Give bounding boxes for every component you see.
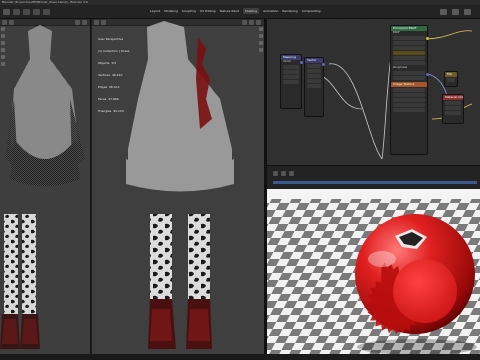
node-field[interactable]: [283, 80, 299, 84]
node-field[interactable]: [393, 51, 425, 55]
node-material-output[interactable]: Material Output: [442, 94, 464, 124]
node-field[interactable]: [393, 88, 425, 92]
node-title: Image Texture: [391, 82, 427, 87]
node-row: Roughness: [393, 66, 408, 69]
node-field[interactable]: [445, 101, 461, 105]
node-field[interactable]: [307, 84, 321, 88]
node-mix[interactable]: Mix: [444, 71, 458, 87]
tab-sculpting[interactable]: Sculpting: [182, 8, 196, 14]
workspace-tabs: Layout Modeling Sculpting UV Editing Texture…: [150, 8, 321, 14]
forward-icon[interactable]: [289, 171, 294, 176]
node-field[interactable]: [283, 70, 299, 74]
red-sphere: [355, 214, 475, 335]
timeline-scrubber[interactable]: [273, 181, 477, 184]
legs-back: [148, 214, 212, 349]
dress-back: [126, 21, 234, 192]
node-field[interactable]: [307, 69, 321, 73]
top-menubar: Layout Modeling Sculpting UV Editing Texture…: [0, 5, 480, 19]
node-field[interactable]: [283, 75, 299, 79]
node-field[interactable]: [393, 56, 425, 60]
node-vector[interactable]: Vector: [304, 57, 324, 117]
scene-selector[interactable]: [440, 9, 447, 15]
legs-front: [0, 214, 40, 349]
viewport-front[interactable]: [0, 19, 91, 354]
front-mesh: [0, 25, 85, 349]
node-field[interactable]: [393, 76, 425, 80]
tab-layout[interactable]: Layout: [150, 8, 160, 14]
node-title: Vector: [305, 58, 323, 63]
node-mapping[interactable]: Mapping Vector: [280, 54, 302, 109]
view-layer-selector[interactable]: [452, 9, 459, 15]
node-field[interactable]: [283, 65, 299, 69]
menu-icon[interactable]: [3, 9, 10, 15]
node-field[interactable]: [393, 36, 425, 40]
tab-rendering[interactable]: Rendering: [282, 8, 297, 14]
view-icon[interactable]: [33, 9, 40, 15]
socket-icon[interactable]: [426, 37, 429, 40]
node-title: Material Output: [443, 95, 463, 100]
node-row: BSDF: [393, 31, 400, 34]
shader-node-editor[interactable]: Mapping Vector Vector Principled BSDF BS…: [267, 19, 480, 165]
tab-compositing[interactable]: Compositing: [302, 8, 321, 14]
rewind-icon[interactable]: [273, 171, 278, 176]
node-field[interactable]: [307, 79, 321, 83]
preferences-button[interactable]: [464, 9, 471, 15]
node-field[interactable]: [307, 64, 321, 68]
socket-icon[interactable]: [426, 73, 429, 76]
back-mesh: [126, 21, 234, 349]
tab-uv-editing[interactable]: UV Editing: [200, 8, 216, 14]
node-field[interactable]: [393, 61, 425, 65]
node-row: Vector: [283, 60, 292, 63]
status-bar: [0, 354, 480, 360]
node-title: Mix: [445, 72, 457, 77]
node-field[interactable]: [393, 98, 425, 102]
node-field[interactable]: [393, 93, 425, 97]
add-icon[interactable]: [23, 9, 30, 15]
node-field[interactable]: [447, 78, 455, 82]
node-field[interactable]: [445, 111, 461, 115]
render-preview[interactable]: [267, 189, 480, 354]
socket-icon[interactable]: [322, 63, 325, 66]
socket-icon[interactable]: [300, 61, 303, 64]
node-field[interactable]: [393, 46, 425, 50]
node-field[interactable]: [307, 74, 321, 78]
play-icon[interactable]: [281, 171, 286, 176]
node-field[interactable]: [393, 41, 425, 45]
render-scene: [267, 189, 480, 354]
tab-shading[interactable]: Shading: [242, 8, 260, 14]
viewport-back[interactable]: User Perspective (1) Collection | Dress …: [92, 19, 264, 354]
tab-texture-paint[interactable]: Texture Paint: [220, 8, 239, 14]
file-icon[interactable]: [13, 9, 20, 15]
node-field[interactable]: [445, 106, 461, 110]
timeline[interactable]: [267, 165, 480, 189]
tab-animation[interactable]: Animation: [263, 8, 278, 14]
node-field[interactable]: [393, 103, 425, 107]
node-field[interactable]: [393, 108, 425, 112]
tab-modeling[interactable]: Modeling: [164, 8, 178, 14]
dress-front: [5, 25, 85, 187]
select-icon[interactable]: [43, 9, 50, 15]
node-field[interactable]: [393, 71, 425, 75]
node-principled-bsdf[interactable]: Principled BSDF BSDF Roughness Image Tex…: [390, 25, 428, 155]
